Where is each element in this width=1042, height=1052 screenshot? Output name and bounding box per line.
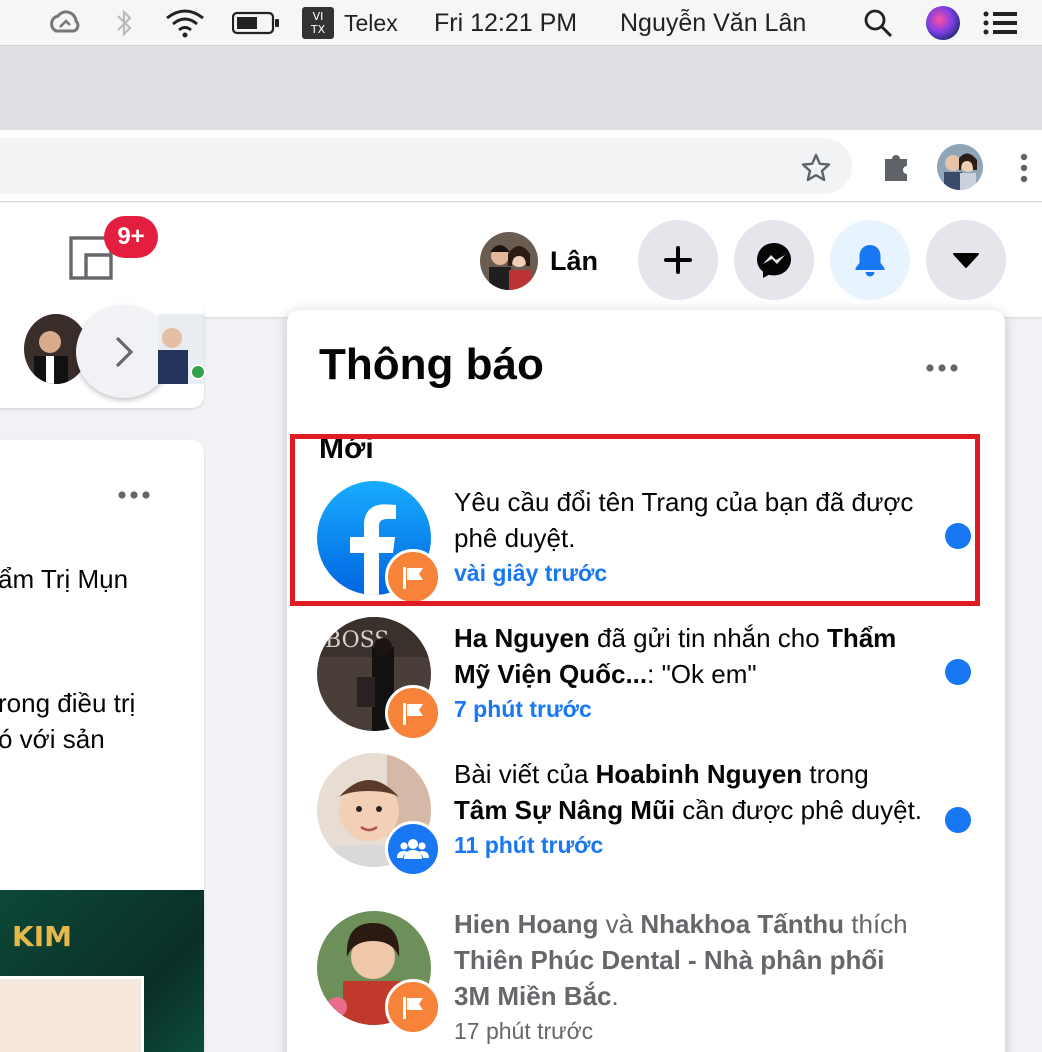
siri-icon[interactable] — [926, 0, 960, 46]
input-badge-line2: TX — [310, 23, 326, 36]
profile-name: Lân — [550, 245, 599, 276]
flag-icon — [385, 685, 441, 741]
browser-tab-strip — [0, 46, 1042, 130]
post-text-line: ó với sản — [0, 724, 105, 754]
notification-text-part: Hoabinh Nguyen — [595, 759, 803, 789]
input-method-label[interactable]: Telex — [344, 0, 398, 46]
notification-text-part: Nhakhoa Tấnthu — [640, 909, 845, 939]
notification-item[interactable]: Hien Hoang và Nhakhoa Tấnthu thích Thiên… — [287, 908, 1005, 1052]
notification-text: Bài viết của Hoabinh Nguyen trong Tâm Sự… — [454, 756, 924, 862]
caret-down-icon — [953, 253, 979, 268]
notification-time[interactable]: 17 phút trước — [454, 1014, 924, 1048]
notification-text-part: Thiên Phúc Dental - Nhà phân phối 3M Miề… — [454, 945, 885, 1011]
notification-item[interactable]: Bài viết của Hoabinh Nguyen trong Tâm Sự… — [287, 750, 1005, 900]
online-status-dot — [190, 364, 206, 380]
notification-time[interactable]: 11 phút trước — [454, 828, 924, 862]
group-icon — [385, 821, 441, 877]
bluetooth-icon[interactable] — [114, 0, 136, 46]
notifications-panel: Thông báo Mới Yêu cầu đổi tên Trang của … — [287, 310, 1005, 1052]
notifications-button[interactable] — [830, 220, 910, 300]
notification-text-part: . — [611, 981, 619, 1011]
battery-icon[interactable] — [232, 0, 280, 46]
wifi-icon[interactable] — [164, 0, 206, 46]
more-horizontal-icon — [926, 364, 958, 372]
browser-toolbar — [0, 130, 1042, 202]
notification-center-icon[interactable] — [982, 0, 1018, 46]
creative-cloud-icon[interactable] — [44, 0, 84, 46]
browser-menu-kebab-icon[interactable] — [1012, 148, 1036, 188]
unread-dot — [945, 659, 971, 685]
notification-text-part: Ha Nguyen — [454, 623, 590, 653]
menubar-user-name[interactable]: Nguyễn Văn Lân — [620, 0, 806, 46]
notification-item[interactable]: BOSS Ha Nguyen đã gửi tin nhắn cho Thẩm … — [287, 614, 1005, 744]
notification-text-part: Tâm Sự Nâng Mũi — [454, 795, 676, 825]
post-image[interactable]: KIM — [0, 890, 204, 1052]
chevron-right-icon — [115, 336, 134, 368]
spotlight-search-icon[interactable] — [862, 0, 894, 46]
post-text-line: rong điều trị — [0, 688, 136, 718]
create-button[interactable] — [638, 220, 718, 300]
post-text-line: ẩm Trị Mụn — [0, 564, 129, 594]
bell-icon — [855, 245, 885, 277]
address-bar[interactable] — [0, 138, 852, 194]
post-options-icon[interactable] — [116, 488, 152, 506]
notification-text-part: trong — [802, 759, 869, 789]
stories-contacts-card — [0, 300, 206, 408]
post-image-photo — [0, 976, 144, 1052]
post-image-text: KIM — [12, 920, 72, 953]
notification-text-part: : "Ok em" — [647, 659, 757, 689]
notification-text-part: cần được phê duyệt. — [675, 795, 923, 825]
notification-text-part: Bài viết của — [454, 759, 596, 789]
messenger-icon — [757, 243, 791, 278]
notification-text-part: và — [598, 909, 641, 939]
notification-time[interactable]: 7 phút trước — [454, 692, 924, 726]
menubar-clock[interactable]: Fri 12:21 PM — [434, 0, 577, 46]
notification-text-part: Hien Hoang — [454, 909, 599, 939]
feed-post-card: ẩm Trị Mụn rong điều trị ó với sản KIM — [0, 440, 204, 1052]
plus-icon — [664, 246, 692, 274]
unread-dot — [945, 807, 971, 833]
messenger-button[interactable] — [734, 220, 814, 300]
notification-text-part: thích — [844, 909, 908, 939]
input-method-badge-icon[interactable]: VI TX — [302, 0, 334, 46]
notification-text: Hien Hoang và Nhakhoa Tấnthu thích Thiên… — [454, 906, 924, 1048]
profile-avatar — [480, 232, 538, 290]
notification-text-part: đã gửi tin nhắn cho — [589, 623, 827, 653]
panel-title: Thông báo — [319, 340, 544, 389]
browser-profile-avatar[interactable] — [937, 144, 983, 190]
notification-text: Ha Nguyen đã gửi tin nhắn cho Thẩm Mỹ Vi… — [454, 620, 924, 726]
bookmark-star-icon[interactable] — [796, 148, 836, 188]
extensions-puzzle-icon[interactable] — [876, 146, 916, 186]
account-menu-button[interactable] — [926, 220, 1006, 300]
flag-icon — [385, 979, 441, 1035]
profile-link[interactable]: Lân — [480, 231, 598, 291]
input-badge-line1: VI — [312, 10, 324, 23]
notification-count-badge: 9+ — [104, 216, 158, 258]
notifications-options-button[interactable] — [907, 346, 977, 390]
macos-menubar: VI TX Telex Fri 12:21 PM Nguyễn Văn Lân — [0, 0, 1042, 46]
highlight-box — [290, 434, 980, 606]
